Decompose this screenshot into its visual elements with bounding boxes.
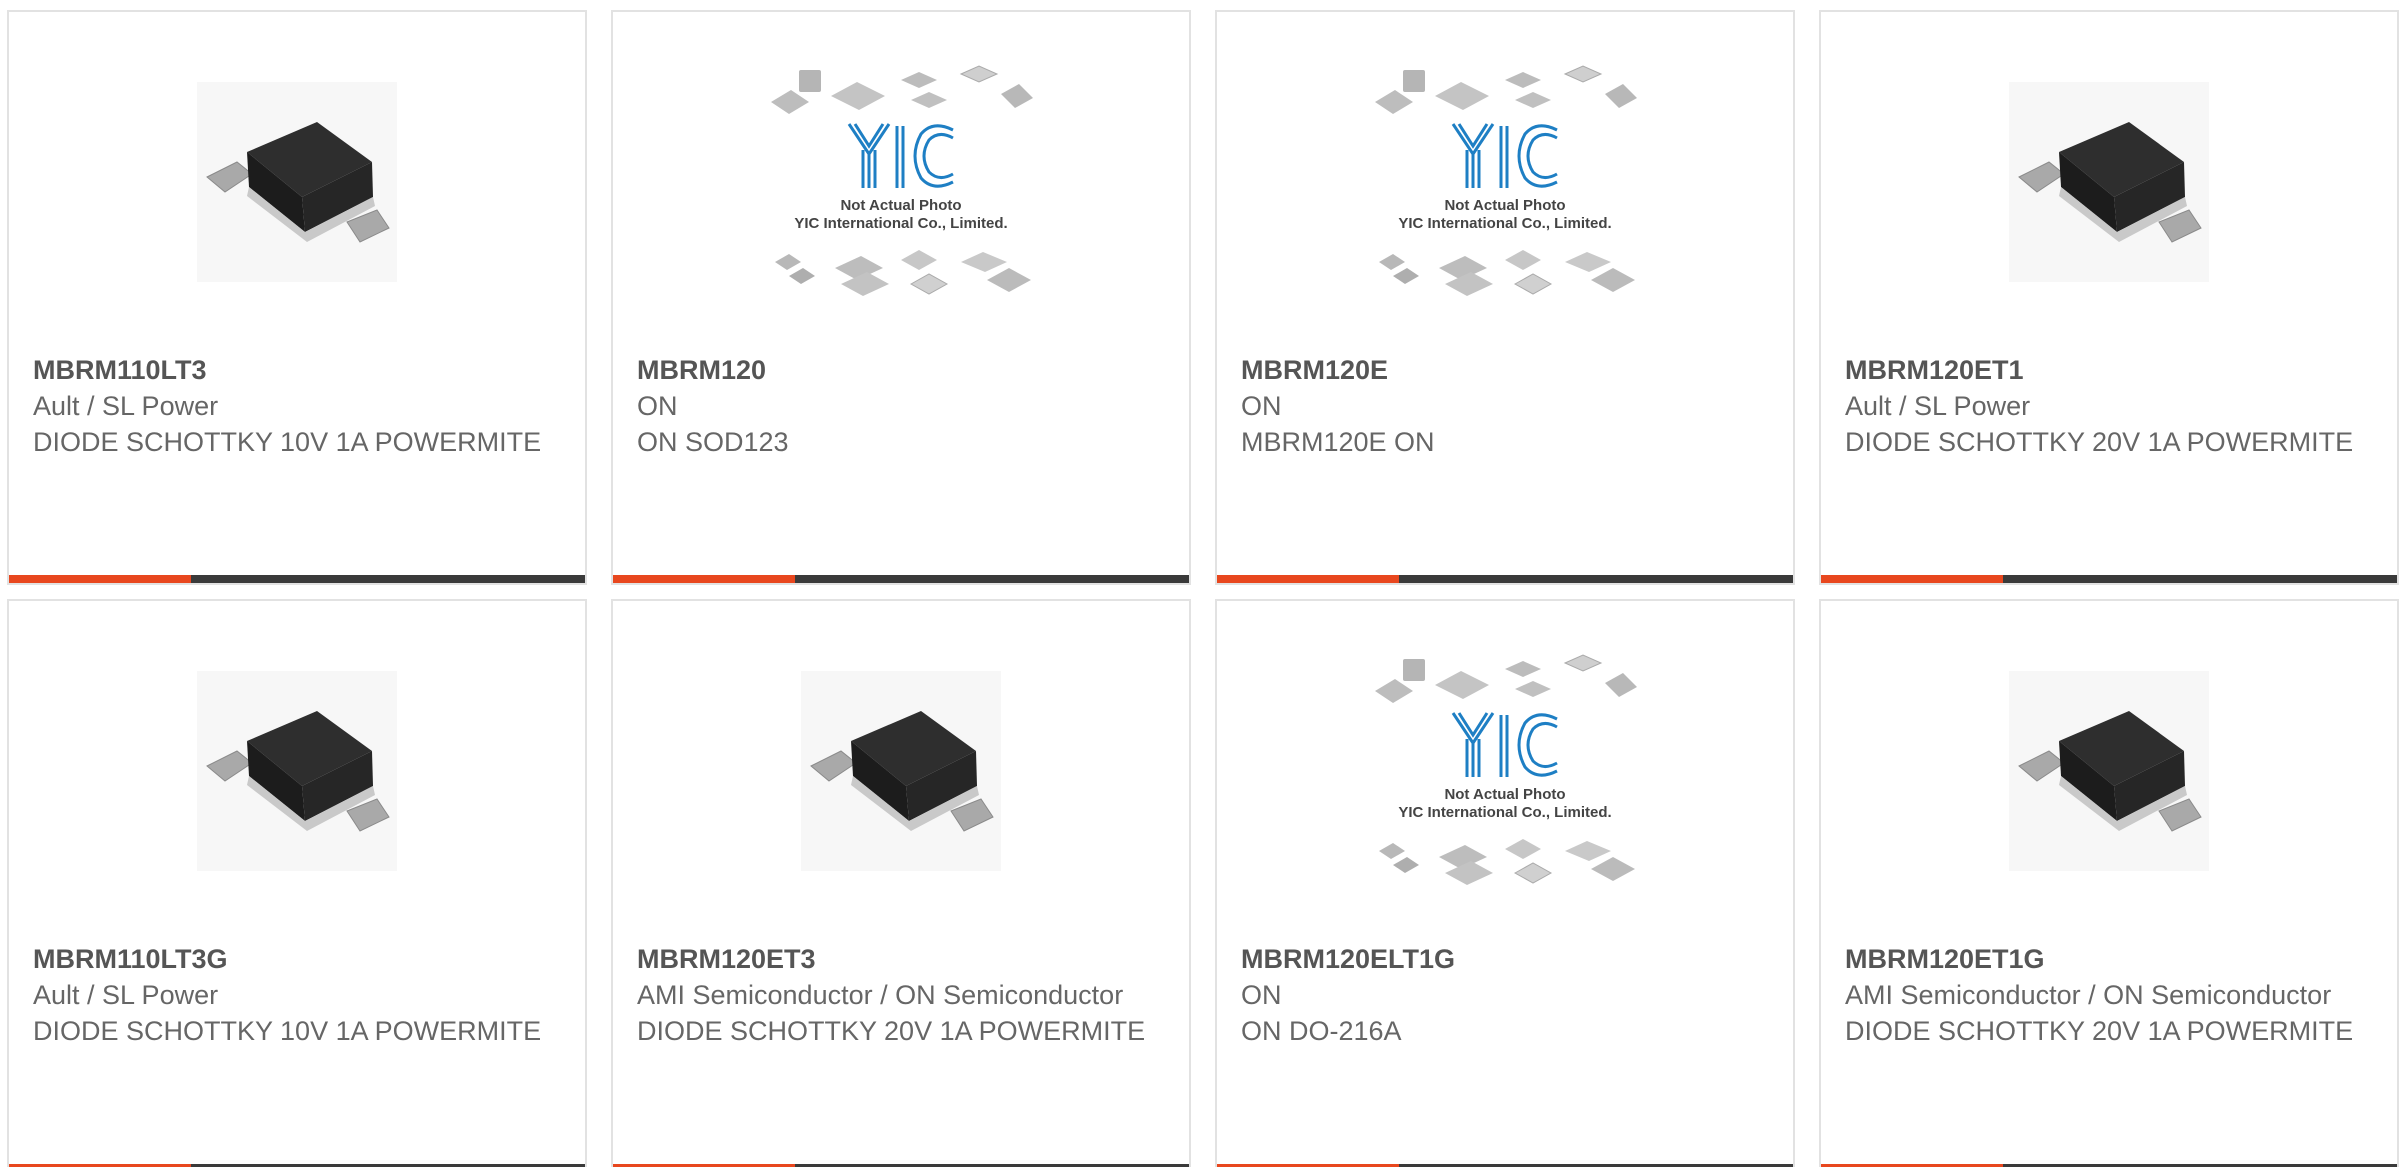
product-image-area — [613, 601, 1189, 941]
card-bottom-bar — [9, 575, 585, 583]
product-image-area: Not Actual Photo YIC International Co., … — [1217, 12, 1793, 352]
manufacturer: Ault / SL Power — [33, 391, 219, 421]
product-image-area: Not Actual Photo YIC International Co., … — [1217, 601, 1793, 941]
placeholder-image: Not Actual Photo YIC International Co., … — [761, 62, 1041, 302]
product-image-area — [1821, 12, 2397, 352]
product-card[interactable]: MBRM110LT3 Ault / SL Power DIODE SCHOTTK… — [7, 10, 587, 585]
part-number[interactable]: MBRM120ET1G — [1845, 941, 2373, 977]
part-number[interactable]: MBRM120E — [1241, 352, 1769, 388]
placeholder-line1: Not Actual Photo — [1444, 786, 1565, 803]
product-card[interactable]: MBRM120ET3 AMI Semiconductor / ON Semico… — [611, 599, 1191, 1167]
product-info: MBRM120ET1 Ault / SL Power DIODE SCHOTTK… — [1845, 352, 2373, 460]
placeholder-line1: Not Actual Photo — [1444, 197, 1565, 214]
product-info: MBRM110LT3G Ault / SL Power DIODE SCHOTT… — [33, 941, 561, 1049]
description: DIODE SCHOTTKY 10V 1A POWERMITE — [33, 427, 542, 457]
placeholder-line2: YIC International Co., Limited. — [1398, 804, 1611, 821]
product-image-area — [1821, 601, 2397, 941]
description: ON DO-216A — [1241, 1016, 1402, 1046]
product-info: MBRM120E ON MBRM120E ON — [1241, 352, 1769, 460]
manufacturer: AMI Semiconductor / ON Semiconductor — [637, 980, 1124, 1010]
manufacturer: ON — [1241, 980, 1282, 1010]
manufacturer: ON — [637, 391, 678, 421]
manufacturer: AMI Semiconductor / ON Semiconductor — [1845, 980, 2332, 1010]
card-accent — [1821, 575, 2003, 583]
placeholder-image: Not Actual Photo YIC International Co., … — [1365, 651, 1645, 891]
part-number[interactable]: MBRM110LT3 — [33, 352, 561, 388]
product-card[interactable]: Not Actual Photo YIC International Co., … — [611, 10, 1191, 585]
part-number[interactable]: MBRM110LT3G — [33, 941, 561, 977]
card-accent — [1217, 575, 1399, 583]
product-info: MBRM120ELT1G ON ON DO-216A — [1241, 941, 1769, 1049]
product-info: MBRM120ET3 AMI Semiconductor / ON Semico… — [637, 941, 1165, 1049]
product-card[interactable]: MBRM120ET1 Ault / SL Power DIODE SCHOTTK… — [1819, 10, 2399, 585]
part-number[interactable]: MBRM120ET3 — [637, 941, 1165, 977]
product-image-area — [9, 12, 585, 352]
product-info: MBRM110LT3 Ault / SL Power DIODE SCHOTTK… — [33, 352, 561, 460]
product-info: MBRM120 ON ON SOD123 — [637, 352, 1165, 460]
description: ON SOD123 — [637, 427, 789, 457]
placeholder-line2: YIC International Co., Limited. — [794, 215, 1007, 232]
manufacturer: ON — [1241, 391, 1282, 421]
product-card[interactable]: Not Actual Photo YIC International Co., … — [1215, 10, 1795, 585]
manufacturer: Ault / SL Power — [33, 980, 219, 1010]
product-photo — [197, 671, 397, 871]
card-accent — [9, 575, 191, 583]
card-bottom-bar — [1821, 575, 2397, 583]
product-image-area: Not Actual Photo YIC International Co., … — [613, 12, 1189, 352]
product-photo — [197, 82, 397, 282]
card-bottom-bar — [1217, 575, 1793, 583]
product-card[interactable]: Not Actual Photo YIC International Co., … — [1215, 599, 1795, 1167]
manufacturer: Ault / SL Power — [1845, 391, 2031, 421]
placeholder-line1: Not Actual Photo — [840, 197, 961, 214]
description: DIODE SCHOTTKY 10V 1A POWERMITE — [33, 1016, 542, 1046]
product-grid: MBRM110LT3 Ault / SL Power DIODE SCHOTTK… — [0, 0, 2400, 1167]
card-accent — [613, 575, 795, 583]
placeholder-image: Not Actual Photo YIC International Co., … — [1365, 62, 1645, 302]
placeholder-line2: YIC International Co., Limited. — [1398, 215, 1611, 232]
part-number[interactable]: MBRM120 — [637, 352, 1165, 388]
description: MBRM120E ON — [1241, 427, 1435, 457]
product-card[interactable]: MBRM110LT3G Ault / SL Power DIODE SCHOTT… — [7, 599, 587, 1167]
product-card[interactable]: MBRM120ET1G AMI Semiconductor / ON Semic… — [1819, 599, 2399, 1167]
description: DIODE SCHOTTKY 20V 1A POWERMITE — [1845, 1016, 2354, 1046]
description: DIODE SCHOTTKY 20V 1A POWERMITE — [637, 1016, 1146, 1046]
part-number[interactable]: MBRM120ET1 — [1845, 352, 2373, 388]
description: DIODE SCHOTTKY 20V 1A POWERMITE — [1845, 427, 2354, 457]
product-photo — [2009, 671, 2209, 871]
product-image-area — [9, 601, 585, 941]
product-photo — [2009, 82, 2209, 282]
card-bottom-bar — [613, 575, 1189, 583]
part-number[interactable]: MBRM120ELT1G — [1241, 941, 1769, 977]
product-photo — [801, 671, 1001, 871]
product-info: MBRM120ET1G AMI Semiconductor / ON Semic… — [1845, 941, 2373, 1049]
